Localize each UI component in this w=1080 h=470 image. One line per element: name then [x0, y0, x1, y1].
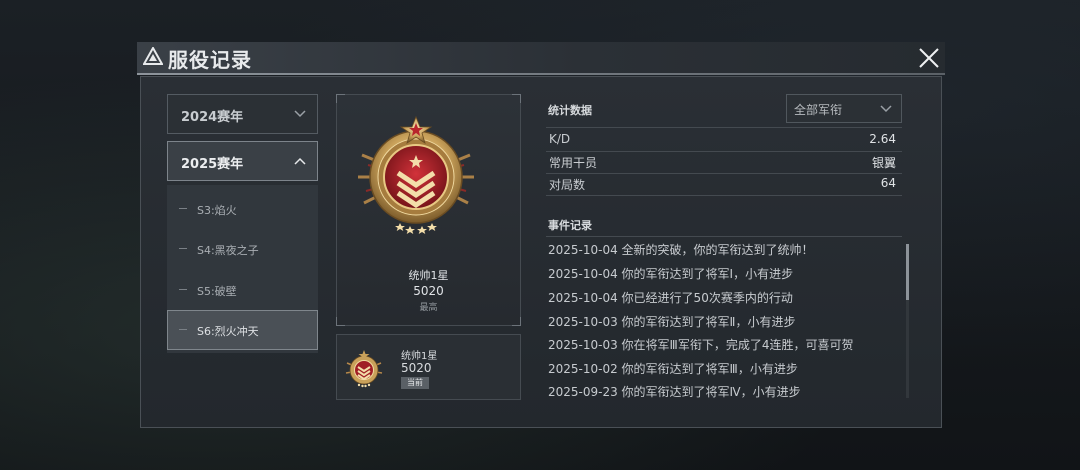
stat-row-operator: 常用干员 银翼 — [546, 151, 902, 173]
stat-value: 银翼 — [871, 156, 896, 170]
season-2024-dropdown[interactable]: 2024赛年 — [167, 94, 318, 134]
sub-season-list: S3:焰火 S4:黑夜之子 S5:破壁 S6:烈火冲天 — [167, 185, 318, 353]
chevron-down-icon — [294, 110, 306, 118]
event-item: 2025-10-03 你的军衔达到了将军Ⅱ，小有进步 — [548, 315, 796, 329]
stat-value: 2.64 — [869, 132, 896, 146]
card-corner — [512, 317, 521, 326]
sub-season-label: S4:黑夜之子 — [197, 244, 259, 257]
card-corner — [336, 94, 345, 103]
stats-title: 统计数据 — [548, 104, 592, 117]
stat-key: 对局数 — [549, 178, 586, 192]
card-corner — [336, 317, 345, 326]
sub-season-label: S3:焰火 — [197, 204, 237, 217]
current-rank-name: 统帅1星 — [401, 351, 438, 362]
stat-value: 64 — [880, 176, 896, 190]
header-bar — [137, 42, 945, 74]
marshal-rank-medal-icon — [358, 115, 474, 234]
event-scroll-thumb[interactable] — [906, 244, 909, 300]
rank-filter-dropdown[interactable]: 全部军衔 — [786, 94, 902, 123]
dash-icon — [179, 248, 187, 249]
season-label: 2024赛年 — [181, 110, 244, 125]
sub-season-item-selected[interactable]: S6:烈火冲天 — [167, 310, 318, 350]
stat-row-kd: K/D 2.64 — [546, 129, 902, 151]
card-corner — [512, 94, 521, 103]
event-item: 2025-09-23 你的军衔达到了将军Ⅳ，小有进步 — [548, 385, 801, 399]
stats-divider — [546, 127, 902, 128]
close-icon[interactable] — [915, 44, 943, 72]
event-item: 2025-10-04 你已经进行了50次赛季内的行动 — [548, 291, 793, 305]
current-rank-score: 5020 — [401, 361, 432, 375]
stat-key: K/D — [549, 132, 571, 146]
event-item: 2025-10-04 全新的突破，你的军衔达到了统帅！ — [548, 243, 814, 257]
small-rank-medal-icon — [345, 350, 383, 388]
event-log-list[interactable]: 2025-10-04 全新的突破，你的军衔达到了统帅！ 2025-10-04 你… — [546, 238, 904, 402]
dash-icon — [179, 289, 187, 290]
stat-row-matches: 对局数 64 — [546, 173, 902, 195]
chevron-down-icon — [880, 105, 892, 113]
dash-icon — [179, 208, 187, 209]
sub-season-item[interactable]: S3:焰火 — [167, 189, 318, 229]
season-2025-dropdown[interactable]: 2025赛年 — [167, 141, 318, 181]
best-rank-score: 5020 — [413, 284, 444, 298]
best-rank-note: 最高 — [419, 303, 438, 313]
header-divider — [137, 73, 945, 75]
events-divider — [546, 236, 902, 237]
sub-season-label: S6:烈火冲天 — [197, 325, 259, 338]
event-item: 2025-10-04 你的军衔达到了将军Ⅰ，小有进步 — [548, 267, 794, 281]
best-rank-name: 统帅1星 — [408, 269, 449, 282]
page-title: 服役记录 — [168, 48, 252, 72]
stats-divider — [546, 195, 902, 196]
season-label: 2025赛年 — [181, 157, 244, 172]
events-title: 事件记录 — [548, 219, 592, 232]
event-item: 2025-10-03 你在将军Ⅲ军衔下，完成了4连胜，可喜可贺 — [548, 338, 854, 352]
sub-season-item[interactable]: S5:破壁 — [167, 270, 318, 310]
sub-season-item[interactable]: S4:黑夜之子 — [167, 229, 318, 269]
chevron-up-icon — [294, 157, 306, 165]
sub-season-label: S5:破壁 — [197, 285, 237, 298]
delta-logo-icon — [143, 47, 163, 65]
event-item: 2025-10-02 你的军衔达到了将军Ⅲ，小有进步 — [548, 362, 798, 376]
dash-icon — [179, 329, 187, 330]
stat-key: 常用干员 — [549, 156, 598, 170]
filter-label: 全部军衔 — [794, 103, 843, 117]
current-badge: 当前 — [401, 377, 429, 389]
